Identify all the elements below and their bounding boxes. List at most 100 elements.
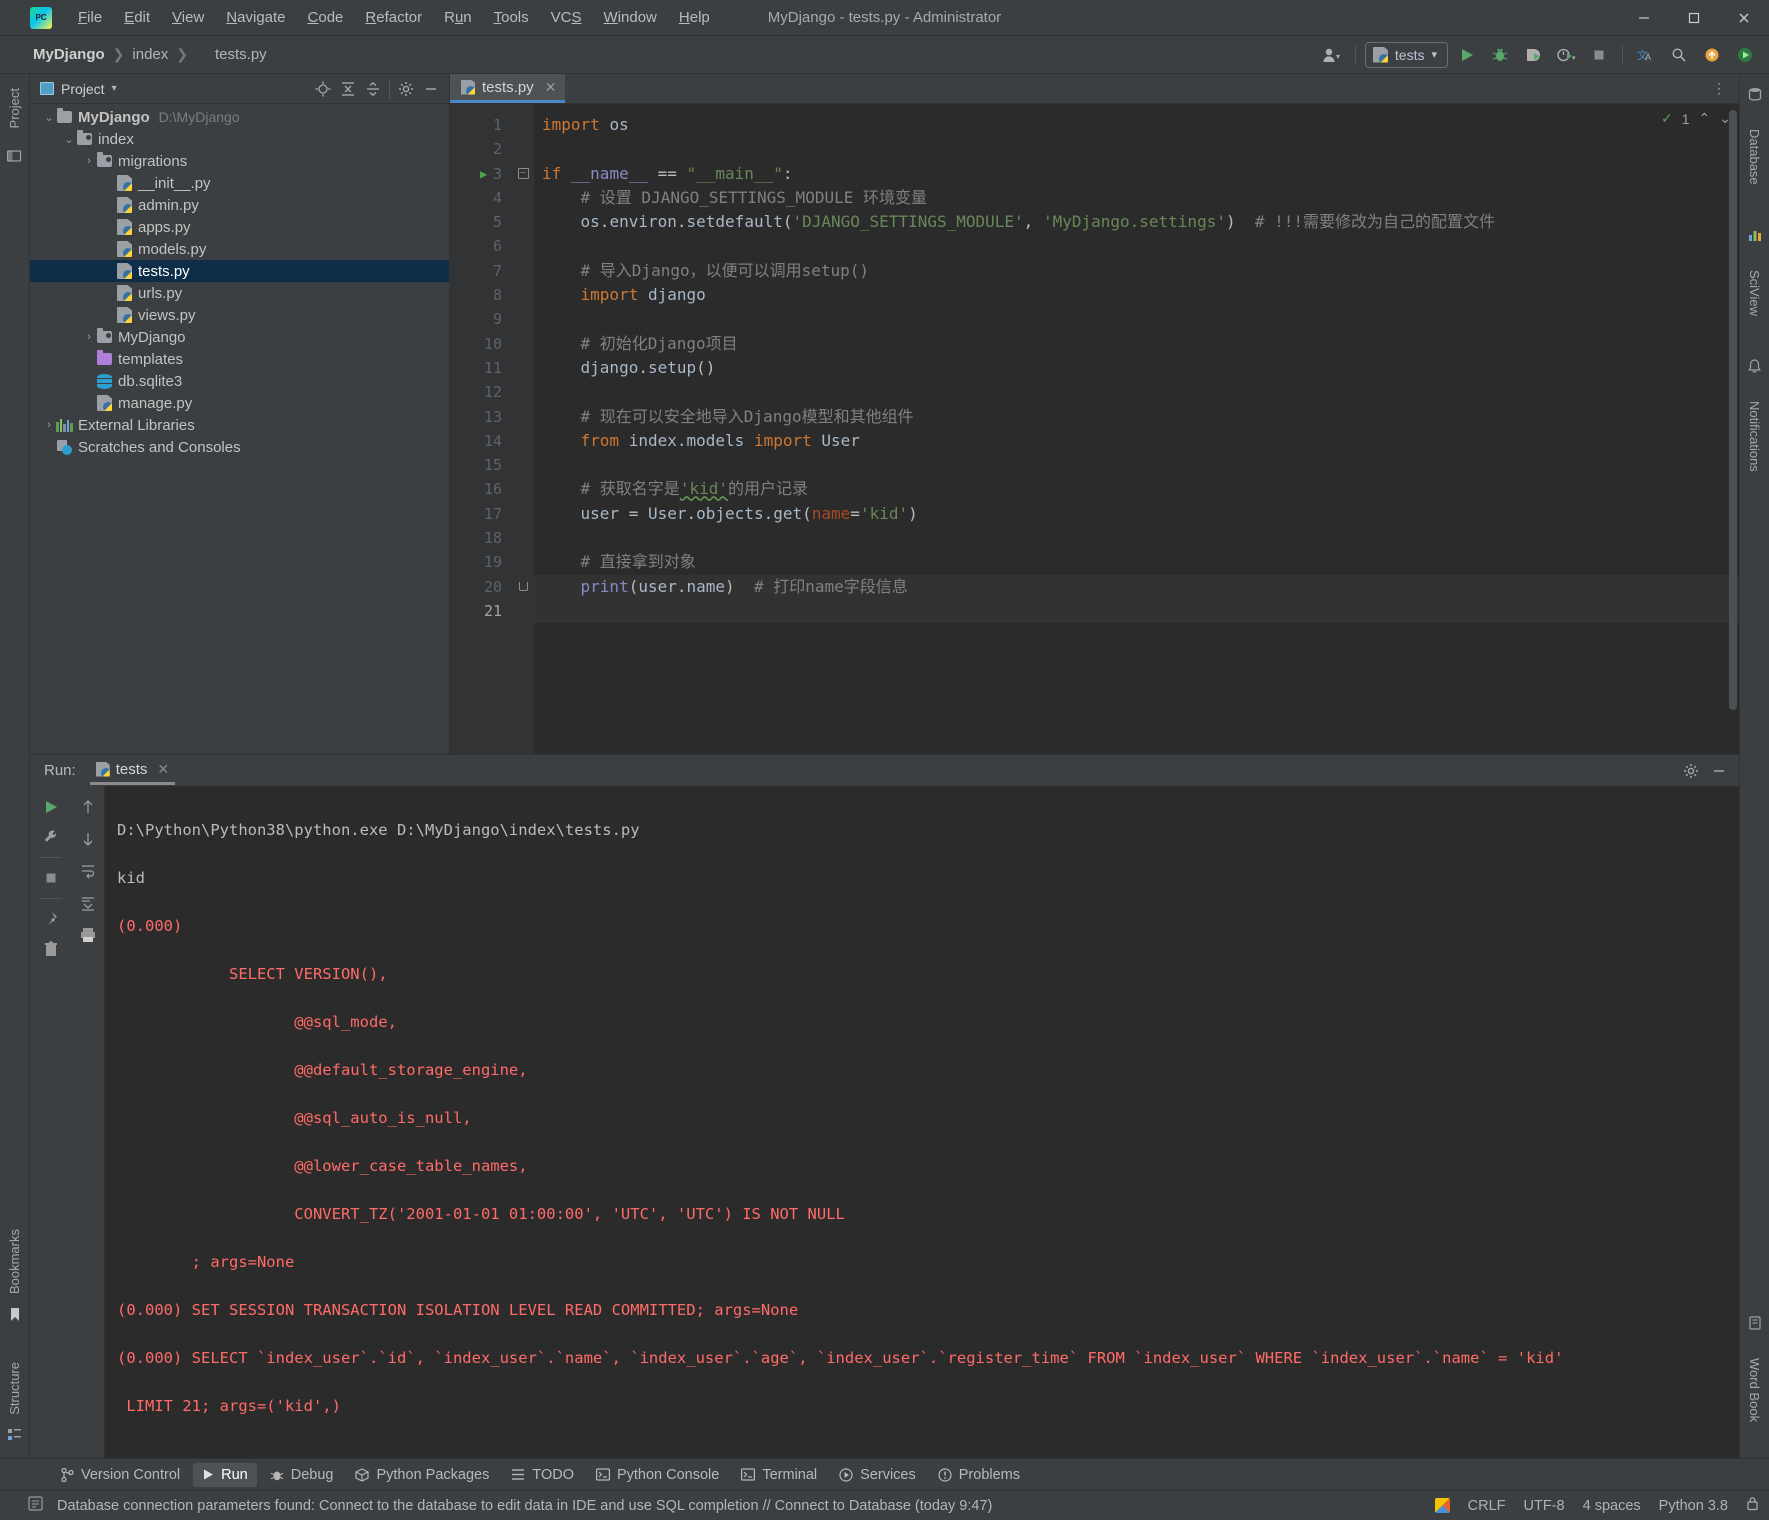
- tree-item-manage-py[interactable]: manage.py: [30, 392, 449, 414]
- stripe-item-bookmarks[interactable]: Bookmarks: [4, 1221, 25, 1302]
- sciview-icon[interactable]: [1748, 225, 1762, 248]
- code-editor[interactable]: 1 2 3 4 5 6 7 8 9 10 11 12 13: [450, 104, 1739, 754]
- profile-button[interactable]: ▾: [1552, 42, 1580, 68]
- stripe-item-word-book[interactable]: Word Book: [1744, 1350, 1765, 1430]
- print-icon[interactable]: [75, 922, 101, 948]
- scroll-down-icon[interactable]: [75, 826, 101, 852]
- update-icon[interactable]: [1698, 42, 1726, 68]
- bottom-tab-services[interactable]: Services: [830, 1463, 925, 1487]
- editor-tab-tests-py[interactable]: tests.py ✕: [450, 74, 566, 103]
- stripe-item-sciview[interactable]: SciView: [1744, 262, 1765, 324]
- stripe-item-project[interactable]: Project: [4, 80, 25, 136]
- breadcrumb-file[interactable]: tests.py: [212, 44, 270, 65]
- structure-icon[interactable]: [7, 1425, 22, 1448]
- bottom-tab-version-control[interactable]: Version Control: [52, 1463, 189, 1487]
- encoding-indicator[interactable]: UTF-8: [1524, 1498, 1565, 1514]
- inspection-prev-icon[interactable]: ⌃: [1699, 110, 1711, 127]
- hide-panel-icon[interactable]: [419, 78, 443, 100]
- tree-item-db-sqlite3[interactable]: db.sqlite3: [30, 370, 449, 392]
- bottom-tab-python-console[interactable]: Python Console: [587, 1463, 728, 1487]
- menu-item-tools[interactable]: Tools: [484, 5, 539, 30]
- chevron-down-icon[interactable]: ⌄: [42, 111, 56, 124]
- stop-icon[interactable]: [38, 865, 64, 891]
- menu-item-navigate[interactable]: Navigate: [216, 5, 295, 30]
- tree-item-scratches-and-consoles[interactable]: Scratches and Consoles: [30, 436, 449, 458]
- tree-item-views-py[interactable]: views.py: [30, 304, 449, 326]
- breadcrumb-folder[interactable]: index: [129, 44, 171, 65]
- bottom-tab-terminal[interactable]: Terminal: [732, 1463, 826, 1487]
- run-tab-tests[interactable]: tests ✕: [89, 757, 176, 785]
- tree-item-mydjango-package[interactable]: › MyDjango: [30, 326, 449, 348]
- tree-item-apps-py[interactable]: apps.py: [30, 216, 449, 238]
- tree-item-index[interactable]: ⌄ index: [30, 128, 449, 150]
- translate-icon[interactable]: 文A: [1632, 42, 1660, 68]
- tree-item-external-libraries[interactable]: › External Libraries: [30, 414, 449, 436]
- menu-item-code[interactable]: Code: [298, 5, 354, 30]
- bottom-tab-problems[interactable]: Problems: [929, 1463, 1029, 1487]
- database-icon[interactable]: [1748, 84, 1762, 107]
- gear-icon[interactable]: [394, 78, 418, 100]
- collapse-all-icon[interactable]: [361, 78, 385, 100]
- stripe-item-notifications[interactable]: Notifications: [1744, 393, 1765, 480]
- bottom-tab-run[interactable]: Run: [193, 1462, 257, 1487]
- wordbook-icon[interactable]: [1748, 1313, 1762, 1336]
- breadcrumb-project[interactable]: MyDjango: [30, 44, 108, 65]
- chevron-right-icon[interactable]: ›: [82, 331, 96, 343]
- database-status-icon[interactable]: [1434, 1498, 1450, 1513]
- notifications-icon[interactable]: [1748, 356, 1761, 379]
- menu-item-edit[interactable]: Edit: [114, 5, 160, 30]
- run-console-output[interactable]: D:\Python\Python38\python.exe D:\MyDjang…: [104, 786, 1739, 1458]
- editor-vertical-scrollbar[interactable]: [1727, 104, 1739, 754]
- menu-item-window[interactable]: Window: [594, 5, 667, 30]
- search-icon[interactable]: [1665, 42, 1693, 68]
- tree-item-urls-py[interactable]: urls.py: [30, 282, 449, 304]
- scroll-up-icon[interactable]: [75, 794, 101, 820]
- interpreter-indicator[interactable]: Python 3.8: [1659, 1498, 1728, 1514]
- run-configuration-selector[interactable]: tests ▾: [1364, 41, 1448, 68]
- trash-icon[interactable]: [38, 936, 64, 962]
- gear-icon[interactable]: [1679, 760, 1703, 782]
- tree-item-init-py[interactable]: __init__.py: [30, 172, 449, 194]
- debug-button[interactable]: [1486, 42, 1514, 68]
- menu-item-refactor[interactable]: Refactor: [355, 5, 432, 30]
- bottom-tab-todo[interactable]: TODO: [502, 1463, 583, 1487]
- expand-all-icon[interactable]: [336, 78, 360, 100]
- stripe-item-database[interactable]: Database: [1744, 121, 1765, 193]
- bottom-tab-debug[interactable]: Debug: [261, 1463, 343, 1487]
- tree-item-admin-py[interactable]: admin.py: [30, 194, 449, 216]
- menu-item-vcs[interactable]: VCS: [541, 5, 592, 30]
- menu-item-file[interactable]: FFileile: [68, 5, 112, 30]
- close-icon[interactable]: ✕: [157, 761, 169, 778]
- menu-item-help[interactable]: Help: [669, 5, 720, 30]
- line-number-with-run-marker[interactable]: 3: [450, 162, 512, 187]
- close-button[interactable]: [1719, 0, 1769, 36]
- scroll-to-end-icon[interactable]: [75, 890, 101, 916]
- run-button[interactable]: [1453, 42, 1481, 68]
- status-message[interactable]: Database connection parameters found: Co…: [57, 1498, 992, 1514]
- scrollbar-thumb[interactable]: [1729, 110, 1737, 710]
- tree-item-models-py[interactable]: models.py: [30, 238, 449, 260]
- tree-item-mydjango[interactable]: ⌄ MyDjango D:\MyDjango: [30, 106, 449, 128]
- plugin-run-icon[interactable]: [1731, 42, 1759, 68]
- more-options-icon[interactable]: ⋮: [1707, 78, 1731, 100]
- code-content[interactable]: import os if __name__ == "__main__": # 设…: [534, 104, 1739, 754]
- chevron-down-icon[interactable]: ▾: [112, 83, 117, 94]
- stop-button[interactable]: [1585, 42, 1613, 68]
- locate-icon[interactable]: [311, 78, 335, 100]
- tree-item-templates[interactable]: templates: [30, 348, 449, 370]
- maximize-button[interactable]: [1669, 0, 1719, 36]
- chevron-right-icon[interactable]: ›: [42, 419, 56, 431]
- menu-item-run[interactable]: Run: [434, 5, 482, 30]
- stripe-item-structure[interactable]: Structure: [4, 1354, 25, 1423]
- soft-wrap-icon[interactable]: [75, 858, 101, 884]
- event-log-icon[interactable]: [28, 1496, 43, 1515]
- lock-icon[interactable]: [1746, 1496, 1759, 1515]
- line-separator-indicator[interactable]: CRLF: [1468, 1498, 1506, 1514]
- fold-marker-if-block[interactable]: −: [512, 162, 534, 186]
- chevron-right-icon[interactable]: ›: [82, 155, 96, 167]
- tree-item-tests-py[interactable]: tests.py: [30, 260, 449, 282]
- close-icon[interactable]: ✕: [545, 79, 557, 96]
- hide-panel-icon[interactable]: [1707, 760, 1731, 782]
- minimize-button[interactable]: [1619, 0, 1669, 36]
- pin-icon[interactable]: [38, 906, 64, 932]
